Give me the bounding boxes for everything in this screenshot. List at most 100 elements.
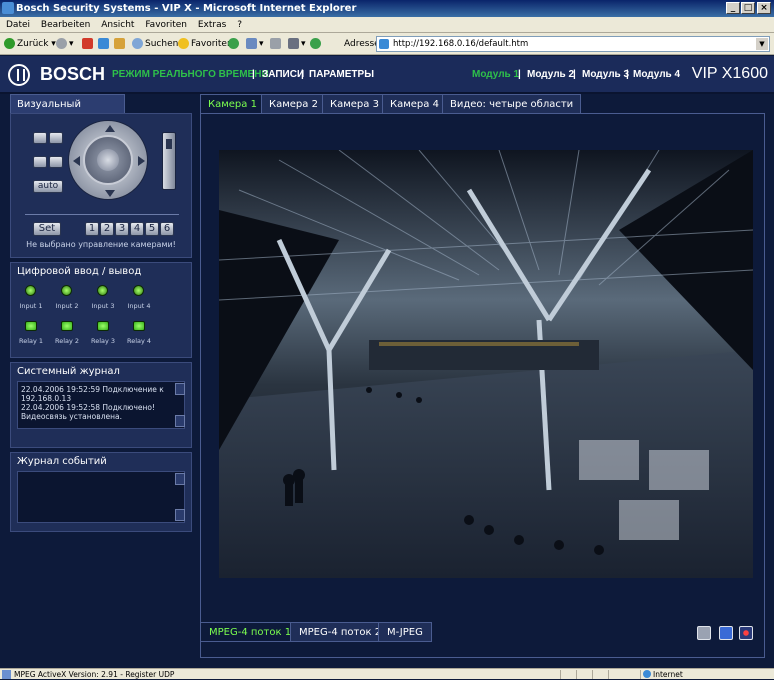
preset-5-button[interactable]: 5: [145, 222, 159, 236]
tilt-up-arrow-icon[interactable]: [105, 125, 115, 132]
pan-right-arrow-icon[interactable]: [138, 156, 145, 166]
speed-slider[interactable]: [162, 132, 176, 190]
zoom-out-button[interactable]: [33, 132, 47, 144]
relay-4-toggle[interactable]: [133, 321, 145, 331]
tab-mpeg4-stream-1[interactable]: MPEG-4 поток 1: [200, 622, 301, 642]
messenger-button[interactable]: [310, 37, 323, 51]
nav-parameters[interactable]: ПАРАМЕТРЫ: [309, 69, 374, 80]
menu-bar: Datei Bearbeiten Ansicht Favoriten Extra…: [0, 17, 774, 33]
io-panel: Цифровой ввод / вывод Input 1 Input 2 In…: [10, 262, 192, 358]
print-button[interactable]: [270, 37, 283, 51]
menu-datei[interactable]: Datei: [6, 20, 30, 30]
menu-ansicht[interactable]: Ansicht: [101, 20, 134, 30]
tab-quad-view[interactable]: Видео: четыре области: [442, 94, 582, 114]
module-2-link[interactable]: Модуль 2: [527, 69, 574, 80]
menu-extras[interactable]: Extras: [198, 20, 226, 30]
close-button[interactable]: ×: [757, 2, 771, 14]
tab-camera-3[interactable]: Камера 3: [322, 94, 387, 114]
refresh-button[interactable]: [98, 37, 111, 51]
history-icon: [228, 38, 239, 49]
home-icon: [114, 38, 125, 49]
record-icon[interactable]: [739, 626, 753, 640]
mail-icon: [246, 38, 257, 49]
home-button[interactable]: [114, 37, 127, 51]
focus-far-button[interactable]: [49, 156, 63, 168]
tab-mjpeg[interactable]: M-JPEG: [378, 622, 432, 642]
event-log-title: Журнал событий: [11, 453, 191, 470]
ie-icon: [2, 2, 14, 14]
log-scroll-down[interactable]: [175, 415, 185, 427]
stop-button[interactable]: [82, 37, 95, 51]
relay-3-toggle[interactable]: [97, 321, 109, 331]
module-separator: |: [518, 69, 521, 80]
menu-favoriten[interactable]: Favoriten: [145, 20, 187, 30]
preset-6-button[interactable]: 6: [160, 222, 174, 236]
browser-status-bar: MPEG ActiveX Version: 2.91 - Register UD…: [0, 668, 774, 679]
refresh-icon: [98, 38, 109, 49]
edit-button[interactable]: ▾: [288, 37, 306, 51]
forward-arrow-icon: [56, 38, 67, 49]
snapshot-icon[interactable]: [697, 626, 711, 640]
event-scroll-up[interactable]: [175, 473, 185, 485]
ptz-tab[interactable]: Визуальный контроль: [10, 94, 125, 130]
search-icon: [132, 38, 143, 49]
stop-icon: [82, 38, 93, 49]
event-log-panel: Журнал событий: [10, 452, 192, 532]
zone-label: Internet: [653, 670, 683, 679]
window-title-bar: Bosch Security Systems - VIP X - Microso…: [0, 0, 774, 17]
menu-help[interactable]: ?: [237, 20, 242, 30]
tab-camera-2[interactable]: Камера 2: [261, 94, 326, 114]
event-scroll-down[interactable]: [175, 509, 185, 521]
slider-handle[interactable]: [166, 139, 172, 149]
tilt-down-arrow-icon[interactable]: [105, 190, 115, 197]
zoom-in-button[interactable]: [49, 132, 63, 144]
divider: [25, 214, 179, 215]
live-video-image: [219, 150, 753, 578]
globe-icon: [643, 670, 651, 678]
address-dropdown-icon[interactable]: ▼: [756, 38, 768, 50]
system-log-box: 22.04.2006 19:52:59 Подключение к 192.16…: [17, 381, 185, 429]
focus-near-button[interactable]: [33, 156, 47, 168]
maximize-button[interactable]: □: [741, 2, 755, 14]
back-button[interactable]: Zurück ▾: [4, 37, 56, 51]
preset-1-button[interactable]: 1: [85, 222, 99, 236]
log-line: 22.04.2006 19:52:59 Подключение к: [21, 385, 164, 394]
tab-camera-4[interactable]: Камера 4: [382, 94, 447, 114]
nav-live-mode[interactable]: РЕЖИМ РЕАЛЬНОГО ВРЕМЕНИ: [112, 69, 269, 80]
module-4-link[interactable]: Модуль 4: [633, 69, 680, 80]
system-log-title: Системный журнал: [11, 363, 191, 380]
status-cell: [592, 670, 606, 679]
ptz-joystick[interactable]: [68, 120, 148, 200]
nav-recordings[interactable]: ЗАПИСИ: [262, 69, 304, 80]
search-button[interactable]: Suchen: [132, 37, 178, 51]
relay-2-toggle[interactable]: [61, 321, 73, 331]
pan-left-arrow-icon[interactable]: [73, 156, 80, 166]
menu-bearbeiten[interactable]: Bearbeiten: [41, 20, 90, 30]
relay-1-toggle[interactable]: [25, 321, 37, 331]
joystick-center[interactable]: [97, 149, 119, 171]
history-button[interactable]: [228, 37, 241, 51]
log-scroll-up[interactable]: [175, 383, 185, 395]
live-video[interactable]: [219, 150, 753, 578]
module-separator: |: [573, 69, 576, 80]
module-3-link[interactable]: Модуль 3: [582, 69, 629, 80]
auto-button[interactable]: auto: [33, 180, 63, 193]
save-snapshot-icon[interactable]: [719, 626, 733, 640]
set-preset-button[interactable]: Set: [33, 222, 61, 236]
input-4-label: Input 4: [127, 302, 151, 310]
minimize-button[interactable]: _: [726, 2, 740, 14]
forward-button[interactable]: ▾: [56, 37, 74, 51]
preset-3-button[interactable]: 3: [115, 222, 129, 236]
brand-name: BOSCH: [40, 64, 106, 84]
module-1-link[interactable]: Модуль 1: [472, 69, 519, 80]
preset-4-button[interactable]: 4: [130, 222, 144, 236]
relay-2-label: Relay 2: [54, 337, 80, 345]
favorites-button[interactable]: Favoriten: [178, 37, 233, 51]
address-field[interactable]: http://192.168.0.16/default.htm ▼: [376, 36, 770, 52]
tab-mpeg4-stream-2[interactable]: MPEG-4 поток 2: [290, 622, 391, 642]
preset-2-button[interactable]: 2: [100, 222, 114, 236]
log-line: 192.168.0.13: [21, 394, 72, 403]
joystick-ring[interactable]: [83, 135, 133, 185]
mail-button[interactable]: ▾: [246, 37, 264, 51]
tab-camera-1[interactable]: Камера 1: [200, 94, 265, 114]
